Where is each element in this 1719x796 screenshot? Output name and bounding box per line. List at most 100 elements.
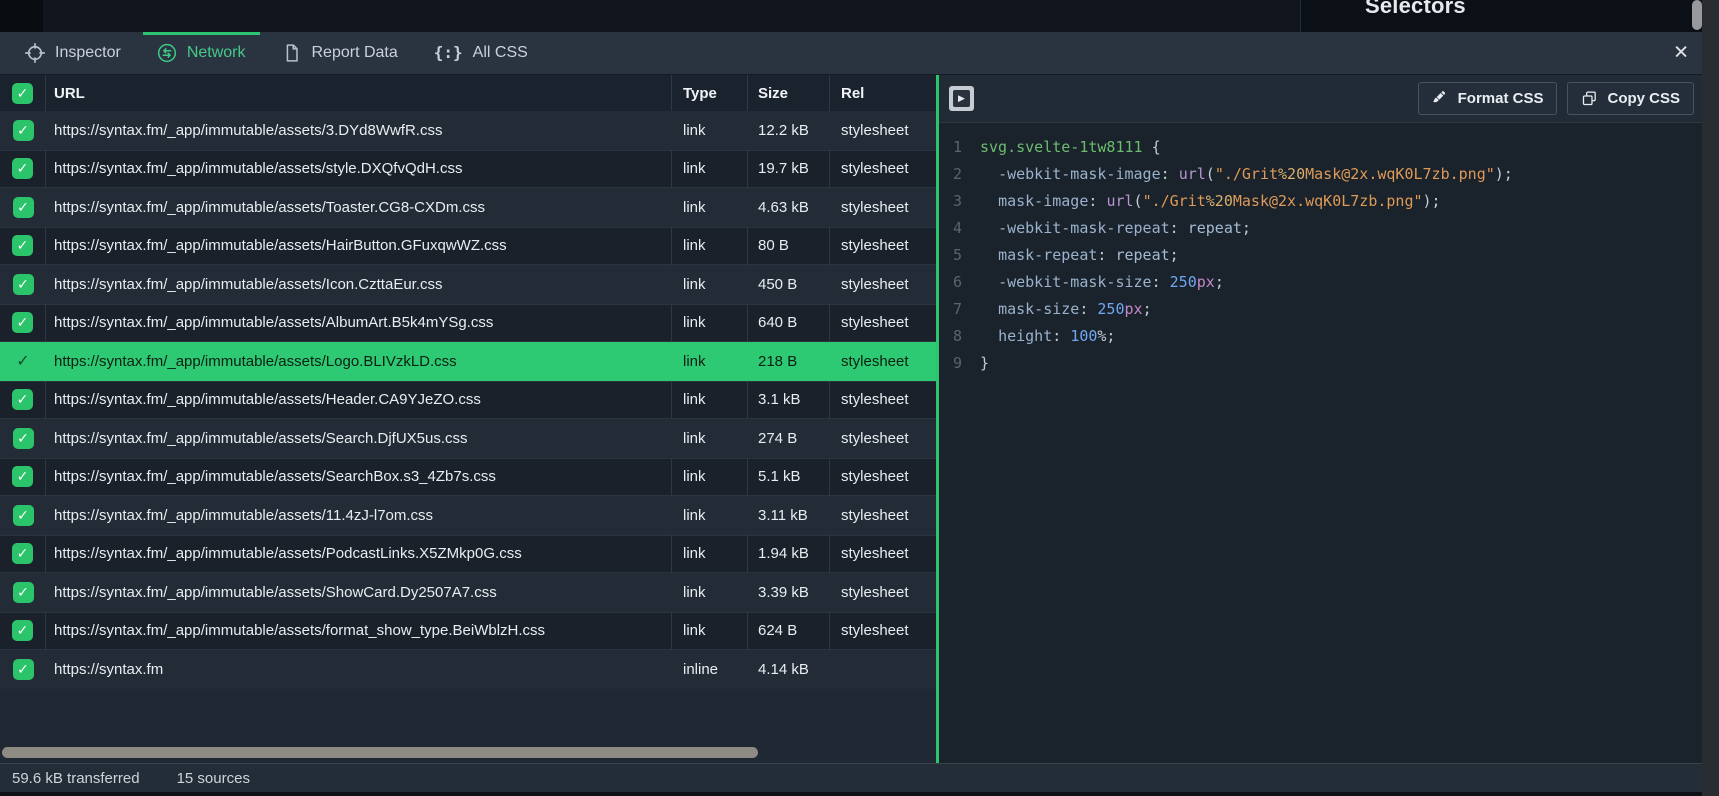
selectors-panel-peek: Selectors	[1300, 0, 1703, 32]
row-type: link	[672, 188, 748, 227]
devtools-panel: Inspector Network Report Data {:} A	[0, 32, 1702, 792]
page-vertical-scrollbar[interactable]	[1692, 0, 1702, 30]
checkbox-icon: ✓	[12, 543, 33, 564]
devtools-tabbar: Inspector Network Report Data {:} A	[0, 32, 1702, 75]
table-row[interactable]: ✓https://syntax.fm/_app/immutable/assets…	[0, 188, 936, 227]
row-size: 274 B	[748, 419, 830, 458]
page-bottom-strip	[0, 792, 1702, 796]
table-row[interactable]: ✓https://syntax.fm/_app/immutable/assets…	[0, 150, 936, 189]
tab-network[interactable]: Network	[143, 32, 260, 74]
network-icon	[157, 43, 177, 63]
row-checkbox[interactable]: ✓	[0, 150, 46, 189]
transferred-total: 59.6 kB transferred	[12, 770, 140, 787]
code-line-content: svg.svelte-1tw8111 {	[980, 134, 1161, 161]
row-checkbox[interactable]: ✓	[0, 535, 46, 574]
row-type: link	[672, 573, 748, 612]
selectors-heading: Selectors	[1365, 0, 1466, 19]
row-checkbox[interactable]: ✓	[0, 342, 46, 381]
tab-all-css[interactable]: {:} All CSS	[420, 32, 542, 74]
checkbox-icon: ✓	[13, 428, 34, 449]
table-row[interactable]: ✓https://syntax.fm/_app/immutable/assets…	[0, 304, 936, 343]
sidebar-toggle-button[interactable]: ▶	[949, 86, 974, 111]
copy-css-button[interactable]: Copy CSS	[1567, 82, 1694, 115]
close-icon[interactable]: ✕	[1673, 44, 1689, 63]
code-line: 3 mask-image: url("./Grit%20Mask@2x.wqK0…	[953, 188, 1702, 215]
checkbox-icon: ✓	[12, 389, 33, 410]
row-url: https://syntax.fm/_app/immutable/assets/…	[46, 265, 672, 304]
row-type: link	[672, 612, 748, 651]
table-row[interactable]: ✓https://syntax.fm/_app/immutable/assets…	[0, 111, 936, 150]
table-row[interactable]: ✓https://syntax.fm/_app/immutable/assets…	[0, 612, 936, 651]
table-row[interactable]: ✓https://syntax.fm/_app/immutable/assets…	[0, 496, 936, 535]
table-row[interactable]: ✓https://syntax.fm/_app/immutable/assets…	[0, 535, 936, 574]
row-checkbox[interactable]: ✓	[0, 612, 46, 651]
row-url: https://syntax.fm/_app/immutable/assets/…	[46, 419, 672, 458]
table-row[interactable]: ✓https://syntax.fm/_app/immutable/assets…	[0, 573, 936, 612]
row-rel: stylesheet	[830, 342, 936, 381]
row-checkbox[interactable]: ✓	[0, 573, 46, 612]
code-line: 8 height: 100%;	[953, 323, 1702, 350]
row-checkbox[interactable]: ✓	[0, 111, 46, 150]
row-url: https://syntax.fm/_app/immutable/assets/…	[46, 458, 672, 497]
row-checkbox[interactable]: ✓	[0, 419, 46, 458]
checkbox-icon: ✓	[12, 83, 33, 104]
checkbox-icon: ✓	[13, 505, 34, 526]
css-code-viewer[interactable]: 1svg.svelte-1tw8111 {2 -webkit-mask-imag…	[939, 123, 1702, 763]
row-checkbox[interactable]: ✓	[0, 650, 46, 689]
horizontal-scrollbar[interactable]	[2, 747, 758, 758]
code-line: 5 mask-repeat: repeat;	[953, 242, 1702, 269]
css-pane: ▶ Format CSS	[939, 75, 1702, 763]
row-type: link	[672, 227, 748, 266]
table-row[interactable]: ✓https://syntax.fm/_app/immutable/assets…	[0, 265, 936, 304]
row-checkbox[interactable]: ✓	[0, 381, 46, 420]
row-rel: stylesheet	[830, 496, 936, 535]
format-css-button[interactable]: Format CSS	[1418, 82, 1558, 115]
tab-label: Inspector	[55, 44, 121, 62]
table-header: ✓ URL Type Size Rel	[0, 75, 936, 111]
row-size: 19.7 kB	[748, 150, 830, 189]
sources-count: 15 sources	[177, 770, 250, 787]
code-line: 4 -webkit-mask-repeat: repeat;	[953, 215, 1702, 242]
network-pane: ✓ URL Type Size Rel ✓https://syntax.fm/_…	[0, 75, 936, 763]
line-number: 2	[953, 161, 967, 188]
row-checkbox[interactable]: ✓	[0, 496, 46, 535]
row-rel: stylesheet	[830, 188, 936, 227]
row-checkbox[interactable]: ✓	[0, 304, 46, 343]
row-size: 218 B	[748, 342, 830, 381]
row-type: link	[672, 496, 748, 535]
select-all-checkbox[interactable]: ✓	[0, 75, 46, 111]
row-checkbox[interactable]: ✓	[0, 227, 46, 266]
row-rel: stylesheet	[830, 150, 936, 189]
line-number: 9	[953, 350, 967, 377]
table-row[interactable]: ✓ https://syntax.fm/_app/immutable/assets…	[0, 419, 936, 458]
table-row[interactable]: ✓https://syntax.fminline4.14 kB	[0, 650, 936, 689]
table-row[interactable]: ✓https://syntax.fm/_app/immutable/assets…	[0, 227, 936, 266]
row-url: https://syntax.fm/_app/immutable/assets/…	[46, 381, 672, 420]
table-row[interactable]: ✓https://syntax.fm/_app/immutable/assets…	[0, 342, 936, 381]
code-line: 1 svg.svelte-1tw8111 {	[953, 134, 1702, 161]
checkbox-icon: ✓	[12, 235, 33, 256]
code-line-content: mask-repeat: repeat;	[980, 242, 1179, 269]
column-header-rel: Rel	[830, 75, 936, 111]
code-line-content: }	[980, 350, 989, 377]
line-number: 5	[953, 242, 967, 269]
row-url: https://syntax.fm/_app/immutable/assets/…	[46, 188, 672, 227]
row-checkbox[interactable]: ✓	[0, 265, 46, 304]
tab-report-data[interactable]: Report Data	[268, 32, 412, 74]
code-line-content: -webkit-mask-size: 250px;	[980, 269, 1224, 296]
row-type: link	[672, 111, 748, 150]
table-row[interactable]: ✓ https://syntax.fm/_app/immutable/assets…	[0, 381, 936, 420]
row-checkbox[interactable]: ✓	[0, 188, 46, 227]
tab-inspector[interactable]: Inspector	[11, 32, 135, 74]
row-size: 3.39 kB	[748, 573, 830, 612]
row-checkbox[interactable]: ✓	[0, 458, 46, 497]
line-number: 1	[953, 134, 967, 161]
row-url: https://syntax.fm/_app/immutable/assets/…	[46, 111, 672, 150]
tab-label: All CSS	[473, 44, 528, 62]
row-url: https://syntax.fm/_app/immutable/assets/…	[46, 612, 672, 651]
column-header-url: URL	[46, 75, 672, 111]
checkbox-icon: ✓	[13, 351, 34, 372]
table-row[interactable]: ✓https://syntax.fm/_app/immutable/assets…	[0, 458, 936, 497]
row-rel: stylesheet	[830, 573, 936, 612]
code-line: 9}	[953, 350, 1702, 377]
